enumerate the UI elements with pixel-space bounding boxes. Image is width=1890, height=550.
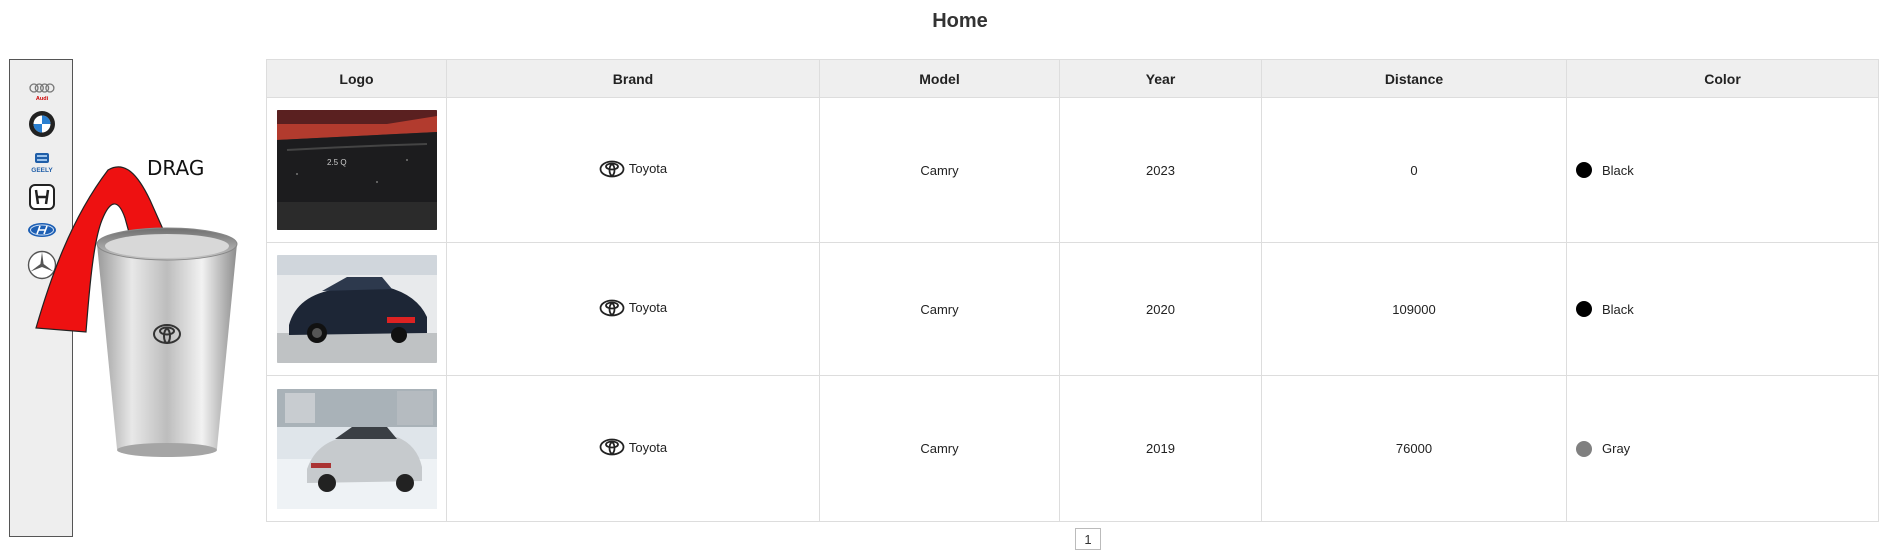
audi-logo-icon: Audi (29, 83, 55, 102)
black-camry-rear-photo: 2.5 Q (276, 110, 437, 230)
column-header-distance[interactable]: Distance (1261, 59, 1567, 98)
toyota-logo-icon (599, 299, 625, 316)
sidebar-item-bmw[interactable] (20, 110, 64, 138)
logo-cell (266, 375, 447, 522)
color-cell: Gray (1566, 375, 1879, 522)
model-cell: Camry (819, 97, 1060, 243)
brand-name: Toyota (628, 439, 668, 455)
color-cell: Black (1566, 242, 1879, 376)
color-swatch (1576, 301, 1592, 317)
distance-cell: 76000 (1261, 375, 1567, 522)
sidebar-item-audi[interactable]: Audi (20, 82, 64, 102)
distance-cell: 0 (1261, 97, 1567, 243)
cars-table-wrapper: Logo Brand Model Year Distance Color 2.5… (266, 59, 1879, 522)
column-header-logo[interactable]: Logo (266, 59, 447, 98)
column-header-year[interactable]: Year (1059, 59, 1262, 98)
column-header-color[interactable]: Color (1566, 59, 1879, 98)
dark-blue-camry-front-photo (276, 255, 437, 363)
logo-cell (266, 242, 447, 376)
brand-name: Toyota (628, 161, 668, 176)
bmw-logo-icon (29, 111, 55, 137)
table-row[interactable]: Toyota Camry 2020 109000 Black (266, 242, 1879, 376)
brand-cell: Toyota (446, 242, 820, 376)
svg-text:2.5 Q: 2.5 Q (327, 158, 347, 167)
table-row[interactable]: 2.5 Q Toyota Camry 2023 0 Black (266, 97, 1879, 243)
table-row[interactable]: Toyota Camry 2019 76000 Gray (266, 375, 1879, 522)
color-swatch (1576, 162, 1592, 178)
brand-name: Toyota (628, 300, 668, 315)
steel-cup-toyota-icon (96, 227, 238, 457)
year-cell: 2020 (1059, 242, 1262, 376)
toyota-logo-icon (599, 160, 625, 177)
brand-cell: Toyota (446, 375, 820, 522)
column-header-brand[interactable]: Brand (446, 59, 820, 98)
year-cell: 2019 (1059, 375, 1262, 522)
drag-cup[interactable] (92, 224, 242, 467)
distance-cell: 109000 (1261, 242, 1567, 376)
color-name: Black (1602, 162, 1634, 178)
year-cell: 2023 (1059, 97, 1262, 243)
silver-camry-snow-photo (276, 388, 437, 509)
audi-logo-text: Audi (36, 96, 49, 102)
toyota-logo-icon (599, 438, 625, 456)
table-header-row: Logo Brand Model Year Distance Color (266, 59, 1879, 98)
drag-label: DRAG (147, 156, 205, 180)
color-name: Black (1602, 301, 1634, 317)
color-name: Gray (1602, 441, 1631, 456)
model-cell: Camry (819, 375, 1060, 522)
page-title: Home (932, 10, 988, 32)
brand-cell: Toyota (446, 97, 820, 243)
model-cell: Camry (819, 242, 1060, 376)
column-header-model[interactable]: Model (819, 59, 1060, 98)
color-swatch (1576, 440, 1592, 457)
cars-table: Logo Brand Model Year Distance Color 2.5… (266, 59, 1879, 522)
color-cell: Black (1566, 97, 1879, 243)
logo-cell: 2.5 Q (266, 97, 447, 243)
pagination-page-button[interactable]: 1 (1075, 528, 1101, 550)
